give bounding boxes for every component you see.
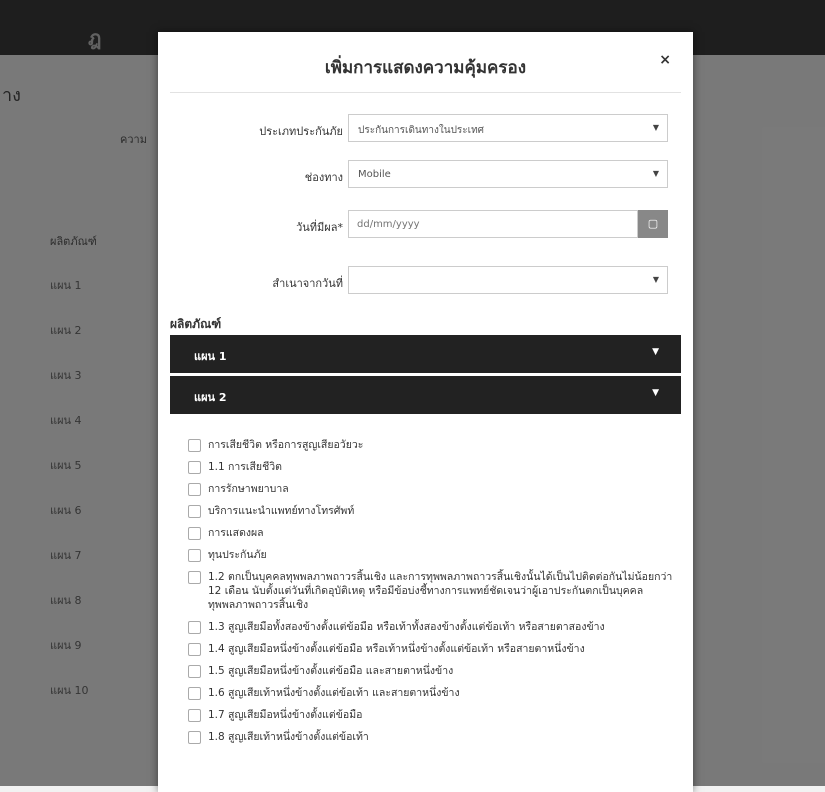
coverage-item-label: 1.8 สูญเสียเท้าหนึ่งข้างตั้งแต่ข้อเท้า <box>208 731 369 743</box>
coverage-checkbox[interactable] <box>188 643 201 656</box>
coverage-item-label: 1.3 สูญเสียมือทั้งสองข้างตั้งแต่ข้อมือ ห… <box>208 621 605 633</box>
coverage-item-label: 1.7 สูญเสียมือหนึ่งข้างตั้งแต่ข้อมือ <box>208 709 363 721</box>
coverage-item-label: 1.5 สูญเสียมือหนึ่งข้างตั้งแต่ข้อมือ และ… <box>208 665 454 677</box>
coverage-item-label: การเสียชีวิต หรือการสูญเสียอวัยวะ <box>208 439 364 451</box>
channel-select[interactable]: Mobile ▼ <box>348 160 668 188</box>
coverage-item-label: 1.4 สูญเสียมือหนึ่งข้างตั้งแต่ข้อมือ หรื… <box>208 643 585 655</box>
coverage-item: 1.6 สูญเสียเท้าหนึ่งข้างตั้งแต่ข้อเท้า แ… <box>188 686 678 700</box>
plan-1-toggle[interactable]: แผน 1 ▼ <box>170 335 681 373</box>
chevron-down-icon: ▼ <box>652 275 659 284</box>
coverage-item: การรักษาพยาบาล <box>188 482 678 496</box>
coverage-checkbox[interactable] <box>188 527 201 540</box>
coverage-checkbox[interactable] <box>188 709 201 722</box>
coverage-item: 1.2 ตกเป็นบุคคลทุพพลภาพถาวรสิ้นเชิง และก… <box>188 570 678 612</box>
coverage-checkbox[interactable] <box>188 731 201 744</box>
coverage-checkbox[interactable] <box>188 461 201 474</box>
coverage-item-label: 1.2 ตกเป็นบุคคลทุพพลภาพถาวรสิ้นเชิง และก… <box>208 571 673 611</box>
calendar-icon: ▢ <box>647 217 659 230</box>
coverage-item-label: การรักษาพยาบาล <box>208 483 289 495</box>
coverage-item: 1.1 การเสียชีวิต <box>188 460 678 474</box>
calendar-button[interactable]: ▢ <box>638 210 668 238</box>
insurance-type-select[interactable]: ประกันการเดินทางในประเทศ ▼ <box>348 114 668 142</box>
insurance-type-label: ประเภทประกันภัย <box>259 125 343 138</box>
coverage-checkbox[interactable] <box>188 549 201 562</box>
coverage-item-label: ทุนประกันภัย <box>208 549 267 561</box>
chevron-down-icon: ▼ <box>652 347 659 357</box>
coverage-item-label: การแสดงผล <box>208 527 264 539</box>
plan-1-label: แผน 1 <box>194 350 227 363</box>
chevron-down-icon: ▼ <box>652 169 659 178</box>
chevron-down-icon: ▼ <box>652 388 659 398</box>
coverage-checkbox[interactable] <box>188 687 201 700</box>
coverage-checkbox[interactable] <box>188 571 201 584</box>
insurance-type-value: ประกันการเดินทางในประเทศ <box>358 125 485 136</box>
coverage-item: 1.7 สูญเสียมือหนึ่งข้างตั้งแต่ข้อมือ <box>188 708 678 722</box>
add-coverage-modal: เพิ่มการแสดงความคุ้มครอง × ประเภทประกันภ… <box>158 32 693 792</box>
coverage-item: 1.4 สูญเสียมือหนึ่งข้างตั้งแต่ข้อมือ หรื… <box>188 642 678 656</box>
coverage-checkbox[interactable] <box>188 621 201 634</box>
coverage-item-label: 1.6 สูญเสียเท้าหนึ่งข้างตั้งแต่ข้อเท้า แ… <box>208 687 460 699</box>
coverage-checkbox[interactable] <box>188 665 201 678</box>
chevron-down-icon: ▼ <box>652 123 659 132</box>
coverage-item: 1.5 สูญเสียมือหนึ่งข้างตั้งแต่ข้อมือ และ… <box>188 664 678 678</box>
coverage-checkbox[interactable] <box>188 505 201 518</box>
modal-header: เพิ่มการแสดงความคุ้มครอง × <box>170 32 681 93</box>
copy-from-date-label: สำเนาจากวันที่ <box>272 277 343 290</box>
coverage-checklist: การเสียชีวิต หรือการสูญเสียอวัยวะ 1.1 การ… <box>188 438 678 752</box>
products-label: ผลิตภัณฑ์ <box>170 317 222 331</box>
plan-2-label: แผน 2 <box>194 391 227 404</box>
close-button[interactable]: × <box>659 52 671 68</box>
plan-2-toggle[interactable]: แผน 2 ▼ <box>170 376 681 414</box>
modal-title: เพิ่มการแสดงความคุ้มครอง <box>324 58 527 78</box>
channel-row: ช่องทาง Mobile ▼ <box>158 160 693 190</box>
copy-from-date-row: สำเนาจากวันที่ ▼ <box>158 266 693 296</box>
effective-date-input[interactable] <box>348 210 638 238</box>
coverage-item-label: 1.1 การเสียชีวิต <box>208 461 282 473</box>
coverage-item: บริการแนะนำแพทย์ทางโทรศัพท์ <box>188 504 678 518</box>
coverage-item: การเสียชีวิต หรือการสูญเสียอวัยวะ <box>188 438 678 452</box>
coverage-item-label: บริการแนะนำแพทย์ทางโทรศัพท์ <box>208 505 355 517</box>
coverage-item: การแสดงผล <box>188 526 678 540</box>
copy-from-date-select[interactable]: ▼ <box>348 266 668 294</box>
effective-date-label: วันที่มีผล* <box>296 221 343 234</box>
coverage-checkbox[interactable] <box>188 439 201 452</box>
coverage-checkbox[interactable] <box>188 483 201 496</box>
coverage-item: ทุนประกันภัย <box>188 548 678 562</box>
channel-label: ช่องทาง <box>304 171 343 184</box>
coverage-item: 1.3 สูญเสียมือทั้งสองข้างตั้งแต่ข้อมือ ห… <box>188 620 678 634</box>
channel-value: Mobile <box>358 169 391 180</box>
insurance-type-row: ประเภทประกันภัย ประกันการเดินทางในประเทศ… <box>158 114 693 144</box>
effective-date-row: วันที่มีผล* ▢ <box>158 210 693 240</box>
coverage-item: 1.8 สูญเสียเท้าหนึ่งข้างตั้งแต่ข้อเท้า <box>188 730 678 744</box>
